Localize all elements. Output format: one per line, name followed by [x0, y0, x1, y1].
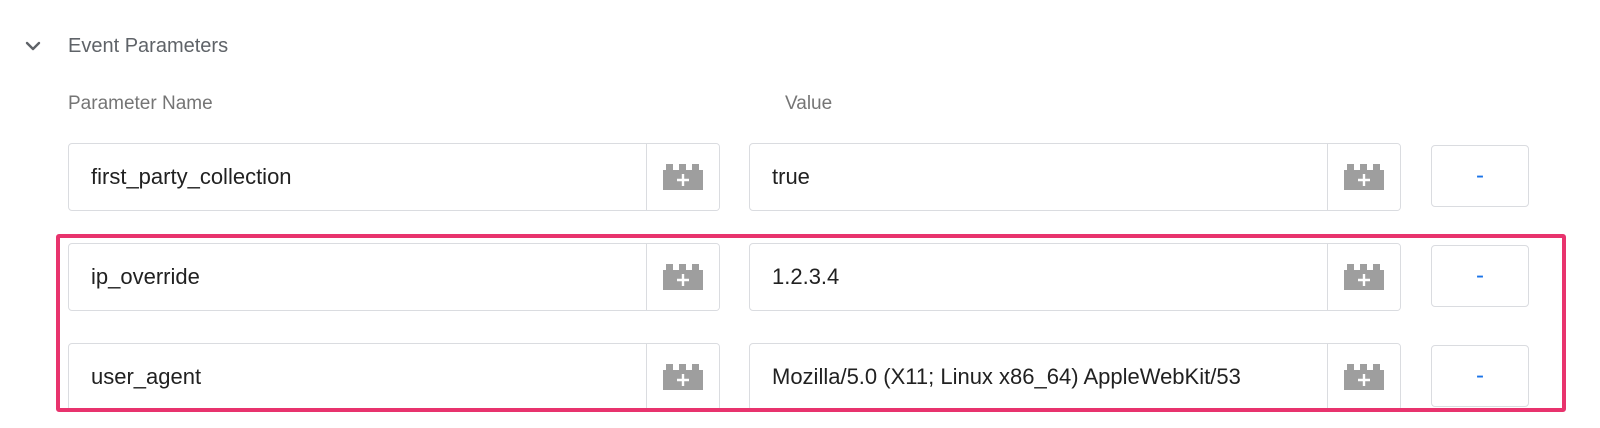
variable-picker-icon	[1344, 164, 1384, 190]
remove-row-button[interactable]: -	[1431, 245, 1529, 307]
parameter-name-input[interactable]: ip_override	[69, 244, 646, 310]
variable-picker-icon	[1344, 364, 1384, 390]
event-parameters-toggle[interactable]: Event Parameters	[18, 28, 228, 64]
variable-picker-icon	[663, 164, 703, 190]
insert-variable-button[interactable]	[1327, 144, 1400, 210]
parameter-value-input[interactable]: true	[750, 144, 1327, 210]
insert-variable-button[interactable]	[646, 344, 719, 410]
parameter-value-input[interactable]: Mozilla/5.0 (X11; Linux x86_64) AppleWeb…	[750, 344, 1327, 410]
parameter-name-input[interactable]: first_party_collection	[69, 144, 646, 210]
insert-variable-button[interactable]	[1327, 344, 1400, 410]
remove-row-button[interactable]: -	[1431, 345, 1529, 407]
parameter-name-field[interactable]: ip_override	[68, 243, 720, 311]
variable-picker-icon	[1344, 264, 1384, 290]
parameter-name-column-label: Parameter Name	[68, 93, 213, 114]
parameter-value-input[interactable]: 1.2.3.4	[750, 244, 1327, 310]
parameter-name-field[interactable]: first_party_collection	[68, 143, 720, 211]
parameter-value-field[interactable]: true	[749, 143, 1401, 211]
insert-variable-button[interactable]	[1327, 244, 1400, 310]
parameter-name-field[interactable]: user_agent	[68, 343, 720, 411]
parameter-name-input[interactable]: user_agent	[69, 344, 646, 410]
insert-variable-button[interactable]	[646, 244, 719, 310]
insert-variable-button[interactable]	[646, 144, 719, 210]
chevron-down-icon	[18, 31, 48, 61]
parameter-value-field[interactable]: Mozilla/5.0 (X11; Linux x86_64) AppleWeb…	[749, 343, 1401, 411]
variable-picker-icon	[663, 264, 703, 290]
remove-row-button[interactable]: -	[1431, 145, 1529, 207]
variable-picker-icon	[663, 364, 703, 390]
section-title: Event Parameters	[68, 34, 229, 57]
value-column-label: Value	[785, 93, 833, 114]
parameter-value-field[interactable]: 1.2.3.4	[749, 243, 1401, 311]
